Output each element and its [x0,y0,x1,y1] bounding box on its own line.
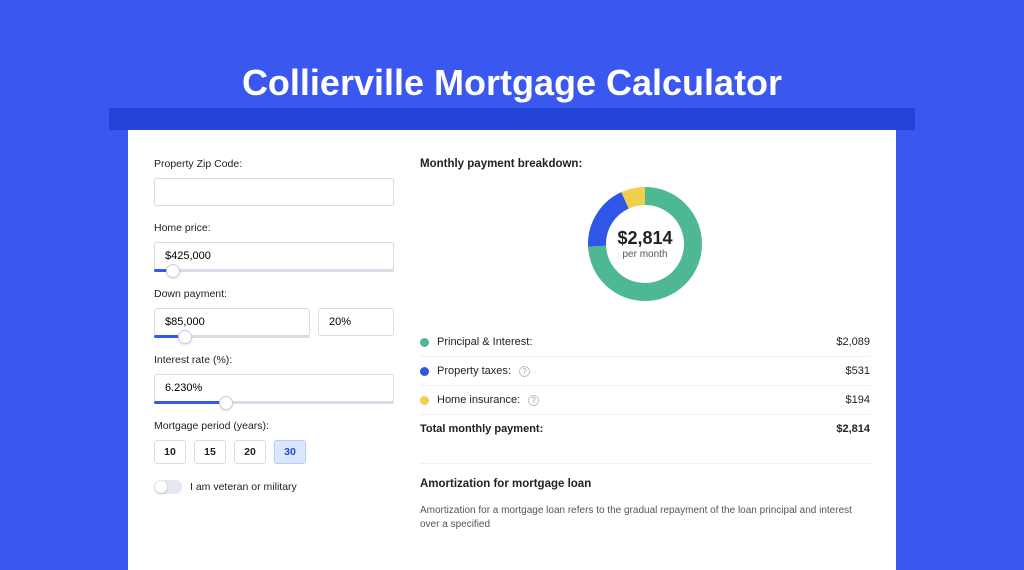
interest-rate-label: Interest rate (%): [154,354,394,366]
legend-row-insurance: Home insurance: ? $194 [420,386,870,415]
legend-value: $194 [846,394,870,406]
down-payment-percent-input[interactable] [318,308,394,336]
legend-value: $531 [846,365,870,377]
home-price-label: Home price: [154,222,394,234]
zip-label: Property Zip Code: [154,158,394,170]
page-title: Collierville Mortgage Calculator [0,0,1024,104]
home-price-slider[interactable] [154,269,394,272]
calculator-panel: Property Zip Code: Home price: Down paym… [128,130,896,570]
donut-subtext: per month [622,249,667,260]
period-button-30[interactable]: 30 [274,440,306,464]
zip-input[interactable] [154,178,394,206]
interest-rate-slider[interactable] [154,401,394,404]
interest-rate-slider-thumb[interactable] [219,396,233,410]
down-payment-slider[interactable] [154,335,310,338]
inputs-column: Property Zip Code: Home price: Down paym… [154,158,394,570]
down-payment-slider-thumb[interactable] [178,330,192,344]
legend-label: Home insurance: [437,394,520,406]
home-price-slider-thumb[interactable] [166,264,180,278]
zip-row: Property Zip Code: [154,158,394,206]
down-payment-amount-input[interactable] [154,308,310,336]
legend-value: $2,089 [836,336,870,348]
interest-rate-slider-fill [154,401,226,404]
total-value: $2,814 [836,423,870,435]
total-label: Total monthly payment: [420,423,543,435]
legend-row-taxes: Property taxes: ? $531 [420,357,870,386]
down-payment-label: Down payment: [154,288,394,300]
dot-icon [420,338,429,347]
breakdown-title: Monthly payment breakdown: [420,158,870,170]
veteran-row: I am veteran or military [154,480,394,494]
donut-wrap: $2,814 per month [420,182,870,306]
interest-rate-row: Interest rate (%): [154,354,394,404]
veteran-toggle[interactable] [154,480,182,494]
interest-rate-input[interactable] [154,374,394,402]
info-icon[interactable]: ? [528,395,539,406]
veteran-label: I am veteran or military [190,481,297,493]
donut-amount: $2,814 [617,228,672,249]
info-icon[interactable]: ? [519,366,530,377]
period-buttons: 10 15 20 30 [154,440,394,464]
period-row: Mortgage period (years): 10 15 20 30 [154,420,394,464]
dot-icon [420,396,429,405]
period-button-15[interactable]: 15 [194,440,226,464]
home-price-row: Home price: [154,222,394,272]
dot-icon [420,367,429,376]
legend-row-principal: Principal & Interest: $2,089 [420,328,870,357]
donut-center: $2,814 per month [583,182,707,306]
down-payment-row: Down payment: [154,288,394,338]
period-label: Mortgage period (years): [154,420,394,432]
donut-chart: $2,814 per month [583,182,707,306]
legend-label: Property taxes: [437,365,511,377]
amortization-title: Amortization for mortgage loan [420,478,870,490]
home-price-input[interactable] [154,242,394,270]
legend-row-total: Total monthly payment: $2,814 [420,415,870,443]
amortization-text: Amortization for a mortgage loan refers … [420,504,870,532]
legend-label: Principal & Interest: [437,336,532,348]
period-button-20[interactable]: 20 [234,440,266,464]
period-button-10[interactable]: 10 [154,440,186,464]
header-band [109,108,915,130]
results-column: Monthly payment breakdown: $2,814 per mo… [420,158,870,570]
amortization-section: Amortization for mortgage loan Amortizat… [420,463,870,532]
